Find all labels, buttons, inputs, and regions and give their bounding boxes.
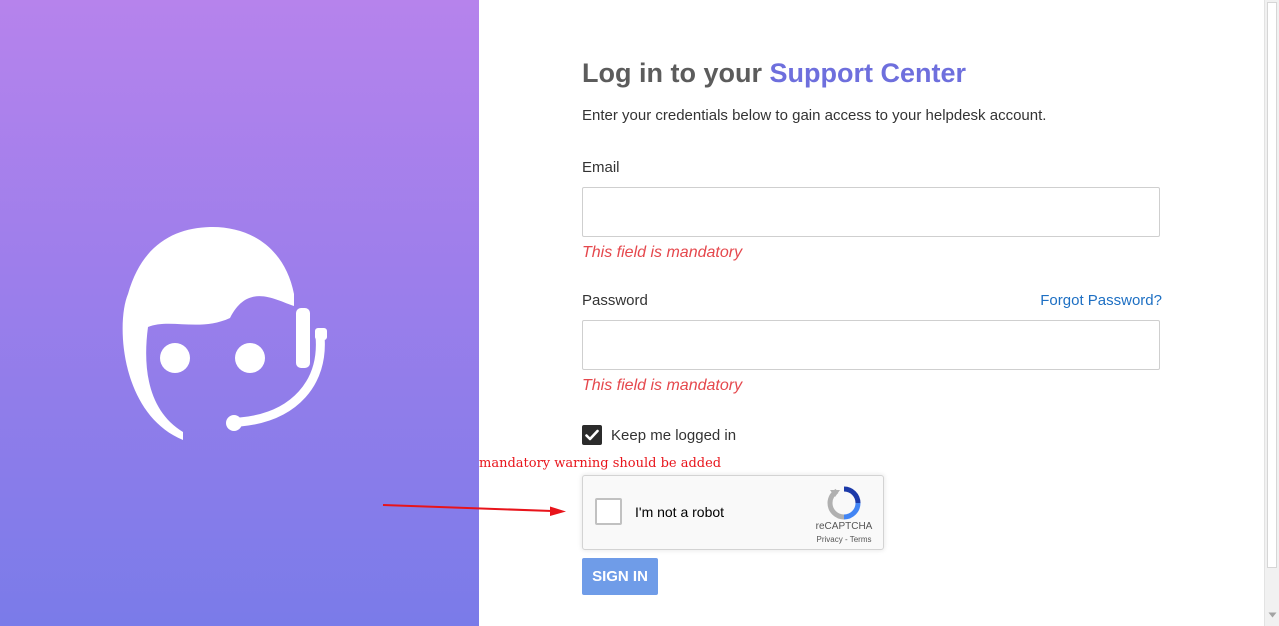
page-title-accent: Support Center bbox=[769, 58, 966, 88]
sign-in-button[interactable]: SIGN IN bbox=[582, 558, 658, 595]
recaptcha-privacy-terms[interactable]: Privacy - Terms bbox=[809, 535, 879, 544]
scrollbar-thumb[interactable] bbox=[1267, 2, 1277, 568]
page-subtitle: Enter your credentials below to gain acc… bbox=[582, 107, 1047, 124]
page-title: Log in to your Support Center bbox=[582, 58, 966, 89]
recaptcha-checkbox[interactable] bbox=[595, 498, 622, 525]
email-error: This field is mandatory bbox=[582, 244, 743, 261]
scroll-down-arrow-icon[interactable] bbox=[1268, 612, 1277, 618]
password-input[interactable] bbox=[582, 320, 1160, 370]
password-error: This field is mandatory bbox=[582, 377, 743, 394]
annotation-note: mandatory warning should be added bbox=[479, 456, 722, 471]
page-scrollbar[interactable] bbox=[1264, 0, 1279, 626]
email-input[interactable] bbox=[582, 187, 1160, 237]
support-agent-icon bbox=[122, 226, 327, 440]
checkmark-icon bbox=[585, 429, 599, 441]
page-title-prefix: Log in to your bbox=[582, 58, 770, 88]
recaptcha-logo-icon bbox=[827, 486, 861, 520]
keep-logged-in-label[interactable]: Keep me logged in bbox=[611, 427, 736, 444]
brand-panel bbox=[0, 0, 479, 626]
forgot-password-link[interactable]: Forgot Password? bbox=[1040, 292, 1162, 309]
keep-logged-in-checkbox[interactable] bbox=[582, 425, 602, 445]
recaptcha-widget: I'm not a robot reCAPTCHA Privacy - Term… bbox=[582, 475, 884, 550]
annotation-arrow-icon bbox=[382, 504, 566, 516]
password-label: Password bbox=[582, 292, 648, 309]
email-label: Email bbox=[582, 159, 620, 176]
recaptcha-label: I'm not a robot bbox=[635, 504, 725, 520]
recaptcha-brand: reCAPTCHA bbox=[815, 521, 873, 532]
